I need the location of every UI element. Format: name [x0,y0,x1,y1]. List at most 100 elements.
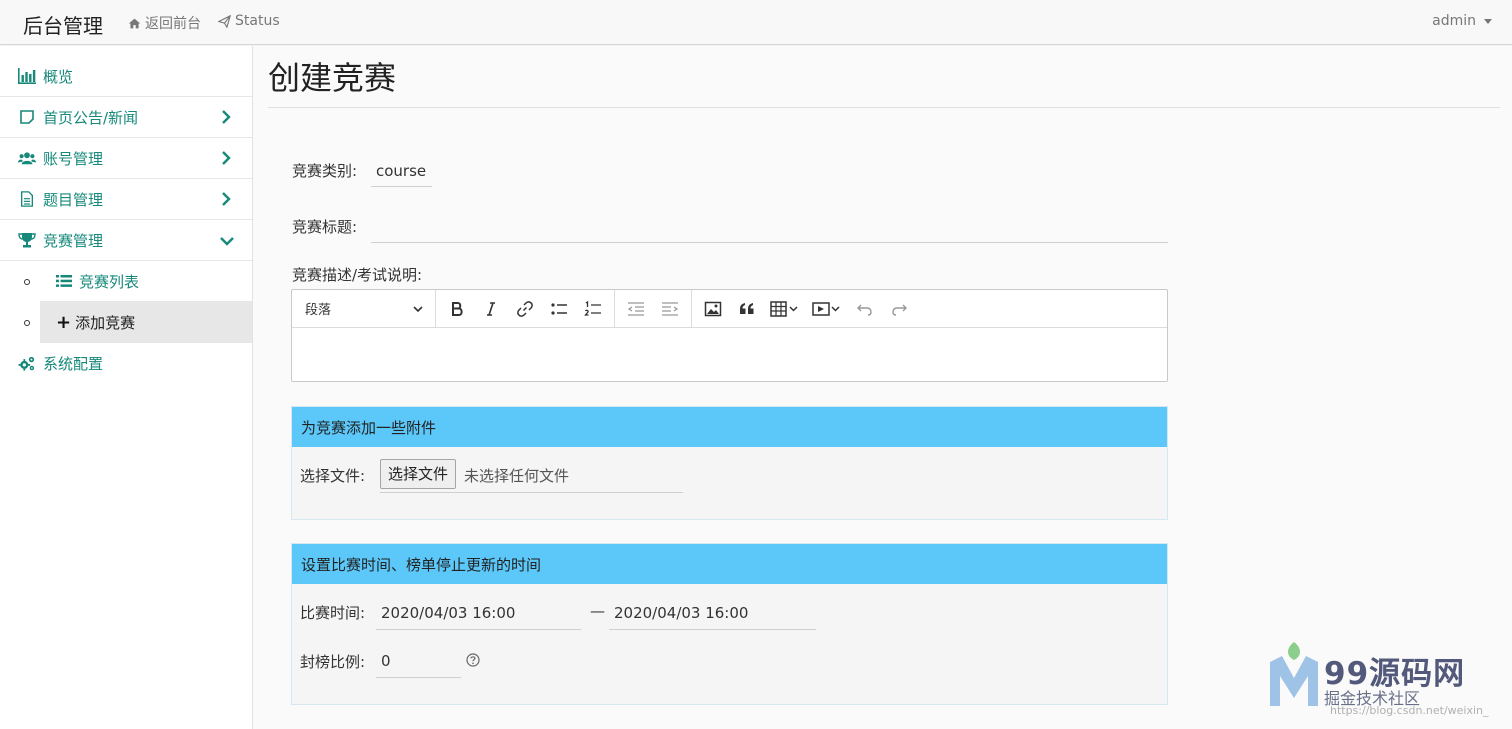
status-link[interactable]: Status [218,13,280,29]
sidebar-item-label: 首页公告/新闻 [43,108,139,127]
sidebar-item-contests[interactable]: 竞赛管理 [0,220,252,261]
sidebar-item-label: 竞赛管理 [43,231,104,250]
watermark: 99源码网 掘金技术社区 https://blog.csdn.net/weixi… [1268,640,1508,720]
sidebar: 概览 首页公告/新闻 账号管理 题目管理 竞赛管理 竞赛列表 + 添加竞赛 系统… [0,46,253,729]
numbered-list-button[interactable] [576,294,610,324]
file-label: 选择文件: [300,467,366,485]
sidebar-subitem-add-contest[interactable]: + 添加竞赛 [40,302,252,343]
editor-toolbar: 段落 [292,289,1167,328]
contest-title-label: 竞赛标题: [292,218,358,236]
user-name: admin [1432,13,1476,29]
sidebar-item-overview[interactable]: 概览 [0,56,252,97]
indent-button[interactable] [653,294,687,324]
caret-down-icon [1484,18,1492,24]
undo-button[interactable] [848,294,882,324]
numbered-list-icon [584,300,601,316]
watermark-logo [1270,642,1318,706]
outdent-icon [627,301,644,316]
title-divider [268,107,1500,108]
chevron-down-icon [413,305,423,312]
redo-button[interactable] [882,294,916,324]
category-label: 竞赛类别: [292,162,358,180]
chevron-right-icon [222,192,231,206]
media-icon [812,301,840,316]
list-icon [56,274,74,288]
bar-chart-icon [17,67,37,85]
blockquote-button[interactable] [730,294,764,324]
time-separator: — [590,602,605,620]
sidebar-item-system-config[interactable]: 系统配置 [0,343,252,384]
file-input-underline [380,492,683,493]
back-to-front-link[interactable]: 返回前台 [128,13,201,33]
bulleted-list-icon [551,302,567,315]
gears-icon [17,355,37,373]
undo-icon [857,304,872,316]
outdent-button[interactable] [619,294,653,324]
brand-title[interactable]: 后台管理 [23,10,103,39]
insert-media-button[interactable] [806,294,848,324]
indent-icon [662,301,679,316]
page-title: 创建竞赛 [268,59,397,97]
format-group [436,289,615,328]
sidebar-subitem-label: 添加竞赛 [75,313,136,332]
note-icon [17,108,37,126]
italic-button[interactable] [474,294,508,324]
contest-time-label: 比赛时间: [300,604,366,622]
end-time-input[interactable] [609,597,816,630]
contest-title-input[interactable] [371,210,1168,243]
insert-image-button[interactable] [696,294,730,324]
sidebar-subitem-label: 竞赛列表 [79,272,140,291]
quote-icon [740,302,754,314]
sidebar-item-news[interactable]: 首页公告/新闻 [0,97,252,138]
document-icon [17,190,37,208]
bulleted-list-button[interactable] [542,294,576,324]
chevron-right-icon [222,110,231,124]
sidebar-item-label: 系统配置 [43,355,104,373]
image-icon [704,301,722,316]
users-icon [17,149,37,167]
plus-icon: + [56,311,72,333]
status-label: Status [235,13,280,29]
description-label: 竞赛描述/考试说明: [292,266,423,284]
watermark-url: https://blog.csdn.net/weixin_ [1330,704,1489,717]
bold-icon [452,301,463,316]
back-to-front-label: 返回前台 [145,16,201,32]
trophy-icon [17,231,37,249]
heading-select[interactable]: 段落 [292,289,436,328]
sidebar-item-accounts[interactable]: 账号管理 [0,138,252,179]
italic-icon [487,301,495,316]
time-settings-panel-header: 设置比赛时间、榜单停止更新的时间 [292,544,1167,584]
rich-text-editor: 段落 [291,289,1168,382]
freeze-ratio-label: 封榜比例: [300,653,366,671]
editor-content-area[interactable] [292,328,1167,381]
paper-plane-icon [218,14,231,28]
category-input[interactable] [371,155,432,187]
user-menu[interactable]: admin [1432,13,1492,29]
help-icon[interactable] [466,653,480,667]
sidebar-subitem-contest-list[interactable]: 竞赛列表 [40,261,252,302]
chevron-right-icon [222,151,231,165]
list-bullet [24,320,30,326]
top-navbar: 后台管理 返回前台 Status admin [0,0,1512,45]
insert-table-button[interactable] [764,294,806,324]
link-icon [517,300,533,317]
list-bullet [24,279,30,285]
insert-group [692,290,920,328]
table-icon [770,300,798,317]
sidebar-item-label: 概览 [43,67,74,86]
file-status: 未选择任何文件 [464,467,570,485]
sidebar-item-label: 账号管理 [43,149,104,168]
attachments-panel-header: 为竞赛添加一些附件 [292,407,1167,447]
freeze-ratio-input[interactable] [376,645,461,678]
choose-file-button[interactable]: 选择文件 [380,459,457,489]
link-button[interactable] [508,294,542,324]
indent-group [615,289,692,328]
home-icon [128,18,141,28]
bold-button[interactable] [440,294,474,324]
sidebar-item-label: 题目管理 [43,190,104,209]
heading-select-value: 段落 [305,303,332,318]
sidebar-item-problems[interactable]: 题目管理 [0,179,252,220]
redo-icon [892,304,907,316]
start-time-input[interactable] [376,597,581,630]
chevron-down-icon [220,237,234,246]
